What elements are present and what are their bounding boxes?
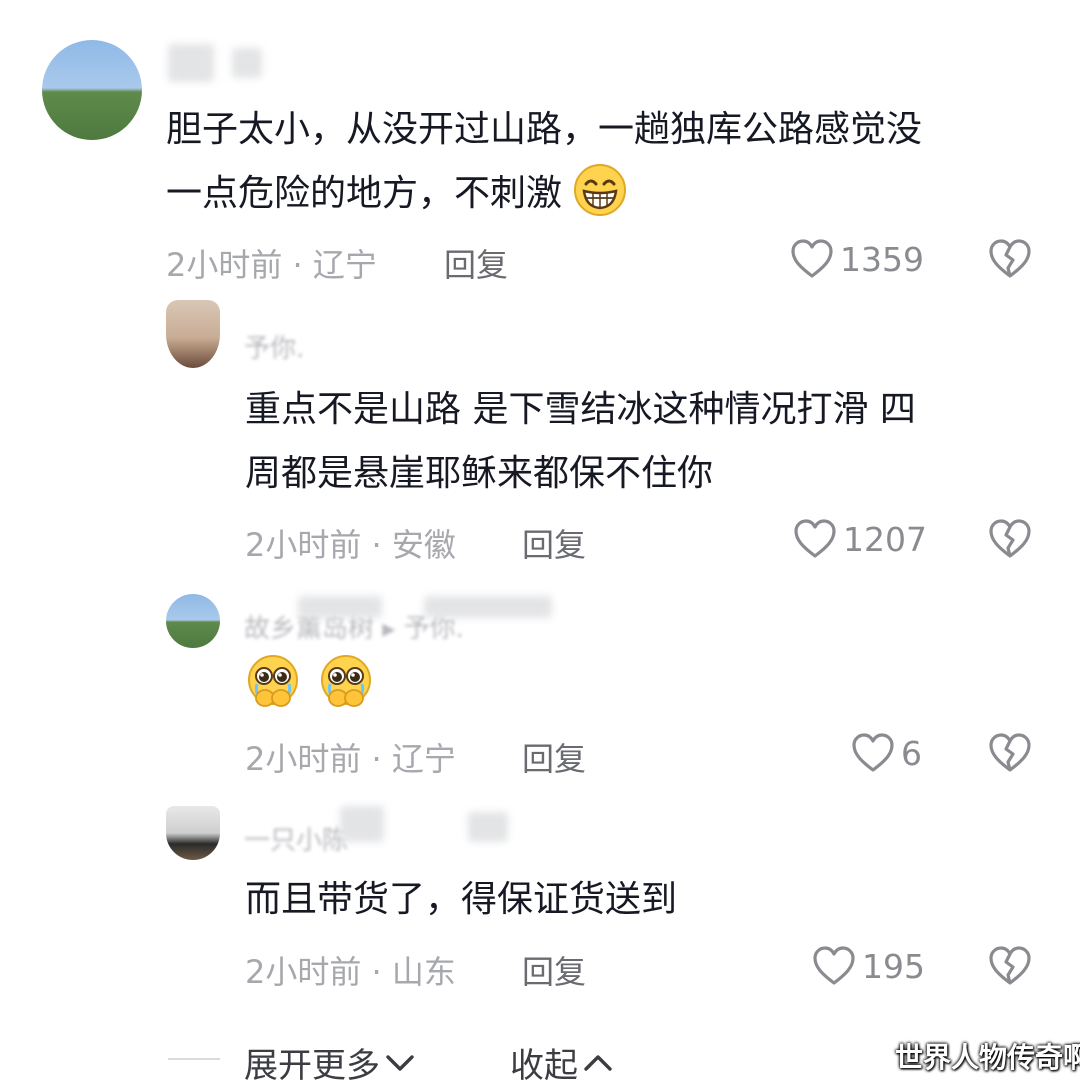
reply-button[interactable]: 回复 xyxy=(522,947,586,993)
heart-icon xyxy=(852,733,894,772)
comment-text-line: 而且带货了，得保证货送到 xyxy=(245,879,678,920)
heart-icon xyxy=(813,946,855,985)
pleading-face-icon xyxy=(318,654,374,710)
username-blurred xyxy=(340,806,384,842)
like-count: 195 xyxy=(862,946,925,986)
like-button[interactable]: 1359 xyxy=(790,238,924,280)
location: 山东 xyxy=(391,953,456,991)
comment-text xyxy=(245,654,374,718)
like-button[interactable]: 195 xyxy=(812,945,925,987)
meta-separator: · xyxy=(282,246,313,284)
comment-meta: 2小时前 · 山东 xyxy=(245,947,456,993)
username[interactable]: 予你. xyxy=(244,328,304,365)
reply-button[interactable]: 回复 xyxy=(444,240,508,286)
like-count: 6 xyxy=(901,733,922,773)
location: 安徽 xyxy=(391,526,456,564)
username-blurred[interactable] xyxy=(232,48,262,78)
meta-separator: · xyxy=(361,526,392,564)
meta-separator: · xyxy=(361,953,392,991)
comment-text-line: 胆子太小，从没开过山路，一趟独库公路感觉没 xyxy=(166,109,923,150)
comment-text-line: 一点危险的地方，不刺激 xyxy=(166,173,563,214)
username[interactable]: 一只小陈 xyxy=(244,820,348,857)
watermark: 世界人物传奇啊 xyxy=(895,1041,1080,1074)
comment-text: 周都是悬崖耶稣来都保不住你 xyxy=(245,442,713,506)
dislike-button[interactable] xyxy=(988,238,1032,284)
pleading-face-icon xyxy=(245,654,301,710)
timestamp: 2小时前 xyxy=(166,246,283,284)
broken-heart-icon xyxy=(989,946,1031,985)
meta-separator: · xyxy=(361,740,392,778)
chevron-down-icon xyxy=(386,1054,414,1071)
comment-text: 重点不是山路 是下雪结冰这种情况打滑 四 xyxy=(245,378,916,442)
username-blurred xyxy=(424,596,552,618)
avatar[interactable] xyxy=(166,806,220,860)
comment-text-line: 周都是悬崖耶稣来都保不住你 xyxy=(245,453,714,494)
heart-icon xyxy=(794,519,836,558)
dislike-button[interactable] xyxy=(988,945,1032,991)
username-blurred[interactable] xyxy=(168,44,214,82)
comment-text: 胆子太小，从没开过山路，一趟独库公路感觉没 xyxy=(166,98,922,162)
comment-text: 而且带货了，得保证货送到 xyxy=(245,868,677,932)
timestamp: 2小时前 xyxy=(245,526,362,564)
grinning-face-icon xyxy=(573,163,627,217)
divider xyxy=(168,1058,220,1060)
timestamp: 2小时前 xyxy=(245,740,362,778)
reply-button[interactable]: 回复 xyxy=(522,520,586,566)
dislike-button[interactable] xyxy=(988,732,1032,778)
comment-text-line: 重点不是山路 是下雪结冰这种情况打滑 四 xyxy=(245,389,916,430)
comment-meta: 2小时前 · 辽宁 xyxy=(245,734,456,780)
username-blurred xyxy=(468,812,508,842)
location: 辽宁 xyxy=(391,740,456,778)
location: 辽宁 xyxy=(312,246,377,284)
username-blurred xyxy=(298,596,382,618)
timestamp: 2小时前 xyxy=(245,953,362,991)
avatar[interactable] xyxy=(42,40,142,140)
chevron-up-icon xyxy=(584,1054,612,1071)
broken-heart-icon xyxy=(989,239,1031,278)
dislike-button[interactable] xyxy=(988,518,1032,564)
like-button[interactable]: 6 xyxy=(851,732,922,774)
avatar[interactable] xyxy=(166,300,220,368)
comment-meta: 2小时前 · 安徽 xyxy=(245,520,456,566)
heart-icon xyxy=(791,239,833,278)
like-count: 1207 xyxy=(843,519,927,559)
avatar[interactable] xyxy=(166,594,220,648)
reply-button[interactable]: 回复 xyxy=(522,734,586,780)
like-count: 1359 xyxy=(840,239,924,279)
broken-heart-icon xyxy=(989,733,1031,772)
like-button[interactable]: 1207 xyxy=(793,518,927,560)
comment-text: 一点危险的地方，不刺激 xyxy=(166,162,627,226)
comment-meta: 2小时前 · 辽宁 xyxy=(166,240,377,286)
broken-heart-icon xyxy=(989,519,1031,558)
